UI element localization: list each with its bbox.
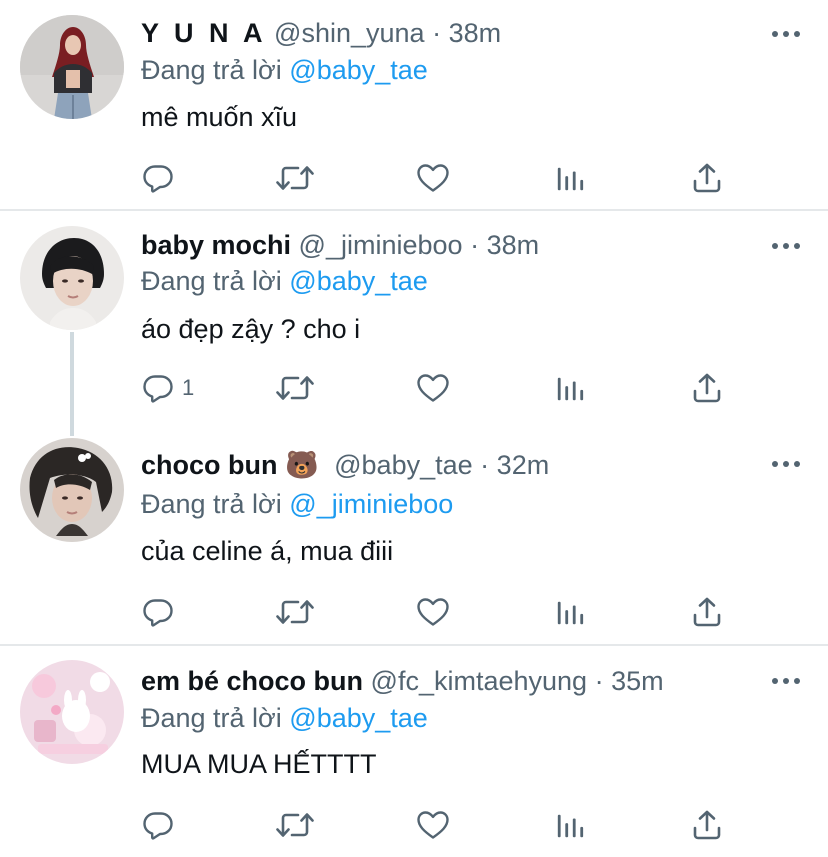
timestamp[interactable]: 38m: [487, 230, 540, 260]
mention-link[interactable]: @_jiminieboo: [289, 489, 453, 519]
retweet-icon: [275, 596, 315, 628]
share-button[interactable]: [691, 158, 723, 198]
display-name[interactable]: choco bun 🐻: [141, 450, 319, 480]
reply-button[interactable]: [142, 805, 182, 845]
avatar[interactable]: [20, 660, 124, 764]
reply-button[interactable]: [142, 592, 182, 632]
replying-prefix: Đang trả lời: [141, 266, 282, 296]
heart-icon: [416, 596, 450, 628]
heart-icon: [416, 809, 450, 841]
share-button[interactable]: [691, 592, 723, 632]
analytics-button[interactable]: [555, 592, 585, 632]
like-button[interactable]: [416, 805, 450, 845]
more-icon[interactable]: [770, 236, 802, 256]
heart-icon: [416, 162, 450, 194]
retweet-icon: [275, 372, 315, 404]
username[interactable]: @shin_yuna: [274, 18, 425, 48]
tweet-text: áo đẹp zậy ? cho i: [141, 314, 361, 344]
timestamp[interactable]: 35m: [611, 666, 664, 696]
mention-link[interactable]: @baby_tae: [289, 55, 428, 85]
replying-to: Đang trả lời @baby_tae: [141, 701, 428, 735]
share-icon: [691, 809, 723, 841]
timestamp[interactable]: 32m: [497, 450, 550, 480]
replying-to: Đang trả lời @baby_tae: [141, 264, 428, 298]
tweet[interactable]: em bé choco bun @fc_kimtaehyung · 35m Đa…: [0, 646, 828, 857]
mention-link[interactable]: @baby_tae: [289, 266, 428, 296]
separator-dot: ·: [480, 450, 490, 480]
display-name[interactable]: baby mochi: [141, 230, 291, 260]
retweet-icon: [275, 162, 315, 194]
action-bar: 1: [0, 368, 828, 408]
retweet-button[interactable]: [275, 805, 315, 845]
tweet-text: MUA MUA HẾTTTT: [141, 749, 377, 779]
tweet-header: em bé choco bun @fc_kimtaehyung · 35m: [141, 664, 664, 698]
reply-button[interactable]: [142, 158, 182, 198]
like-button[interactable]: [416, 368, 450, 408]
retweet-button[interactable]: [275, 592, 315, 632]
analytics-button[interactable]: [555, 805, 585, 845]
mention-link[interactable]: @baby_tae: [289, 703, 428, 733]
tweet-header: Y U N A @shin_yuna · 38m: [141, 16, 501, 50]
avatar[interactable]: [20, 15, 124, 119]
retweet-icon: [275, 809, 315, 841]
separator-dot: ·: [432, 18, 442, 48]
reply-button[interactable]: 1: [142, 368, 194, 408]
share-icon: [691, 162, 723, 194]
reply-icon: [142, 372, 174, 404]
reply-icon: [142, 596, 174, 628]
reply-count: 1: [182, 375, 195, 400]
tweet-header: baby mochi @_jiminieboo · 38m: [141, 228, 539, 262]
avatar[interactable]: [20, 438, 124, 542]
replying-to: Đang trả lời @_jiminieboo: [141, 487, 453, 521]
share-button[interactable]: [691, 368, 723, 408]
analytics-icon: [555, 810, 585, 840]
more-icon[interactable]: [770, 671, 802, 691]
replying-to: Đang trả lời @baby_tae: [141, 53, 428, 87]
retweet-button[interactable]: [275, 368, 315, 408]
username[interactable]: @_jiminieboo: [299, 230, 463, 260]
separator-dot: ·: [594, 666, 604, 696]
display-name[interactable]: em bé choco bun: [141, 666, 363, 696]
action-bar: [0, 158, 828, 198]
reply-icon: [142, 809, 174, 841]
replying-prefix: Đang trả lời: [141, 703, 282, 733]
share-button[interactable]: [691, 805, 723, 845]
avatar[interactable]: [20, 226, 124, 330]
replying-prefix: Đang trả lời: [141, 55, 282, 85]
username[interactable]: @baby_tae: [334, 450, 473, 480]
tweet-header: choco bun 🐻 @baby_tae · 32m: [141, 448, 549, 482]
retweet-button[interactable]: [275, 158, 315, 198]
analytics-button[interactable]: [555, 158, 585, 198]
share-icon: [691, 596, 723, 628]
action-bar: [0, 592, 828, 632]
reply-icon: [142, 162, 174, 194]
tweet[interactable]: Y U N A @shin_yuna · 38m Đang trả lời @b…: [0, 0, 828, 210]
replying-prefix: Đang trả lời: [141, 489, 282, 519]
analytics-icon: [555, 163, 585, 193]
like-button[interactable]: [416, 592, 450, 632]
display-name[interactable]: Y U N A: [141, 18, 267, 48]
tweet[interactable]: baby mochi @_jiminieboo · 38m Đang trả l…: [0, 211, 828, 426]
tweet[interactable]: choco bun 🐻 @baby_tae · 32m Đang trả lời…: [0, 426, 828, 644]
analytics-icon: [555, 373, 585, 403]
analytics-icon: [555, 597, 585, 627]
share-icon: [691, 372, 723, 404]
timestamp[interactable]: 38m: [449, 18, 502, 48]
analytics-button[interactable]: [555, 368, 585, 408]
tweet-text: mê muốn xĩu: [141, 102, 298, 132]
username[interactable]: @fc_kimtaehyung: [371, 666, 588, 696]
like-button[interactable]: [416, 158, 450, 198]
separator-dot: ·: [470, 230, 480, 260]
heart-icon: [416, 372, 450, 404]
tweet-text: của celine á, mua điii: [141, 536, 394, 566]
action-bar: [0, 805, 828, 845]
more-icon[interactable]: [770, 24, 802, 44]
more-icon[interactable]: [770, 454, 802, 474]
